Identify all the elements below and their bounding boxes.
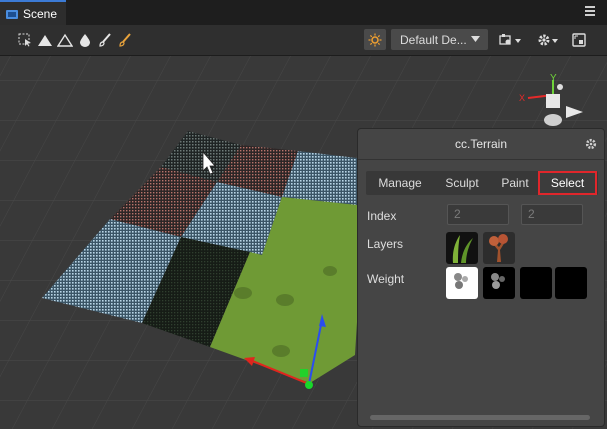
terrain-raise-icon[interactable] (37, 32, 53, 48)
layer-thumb-grass[interactable] (446, 232, 478, 264)
scene-toolbar: Default De... (0, 25, 607, 56)
camera-dropdown-label: Default De... (400, 32, 467, 47)
tab-sculpt[interactable]: Sculpt (434, 171, 490, 195)
tab-paint[interactable]: Paint (490, 171, 540, 195)
maximize-icon[interactable] (571, 32, 587, 48)
weight-label: Weight (367, 272, 405, 286)
grass-layer-icon (452, 235, 473, 263)
camera-dropdown[interactable]: Default De... (391, 29, 488, 50)
select-rect-icon[interactable] (17, 32, 33, 48)
terrain-panel: cc.Terrain Manage Sculpt Paint Select In… (357, 128, 605, 427)
tab-select[interactable]: Select (538, 171, 597, 195)
tab-scene[interactable]: Scene (0, 0, 66, 25)
scene-icon (6, 9, 18, 19)
index-input-1[interactable]: 2 (447, 204, 509, 225)
svg-text:Y: Y (550, 73, 557, 84)
title-bar: Scene (0, 0, 607, 26)
tab-manage[interactable]: Manage (366, 171, 434, 195)
panel-menu-icon[interactable] (585, 6, 595, 18)
index-label: Index (367, 209, 397, 223)
svg-text:X: X (519, 93, 525, 103)
weight-thumb-2[interactable] (483, 267, 515, 299)
weight-thumb-3[interactable] (520, 267, 552, 299)
weight-thumb-4[interactable] (555, 267, 587, 299)
lighting-toggle-button[interactable] (364, 29, 386, 50)
panel-title: cc.Terrain (358, 129, 604, 160)
layer-thumb-tree[interactable] (483, 232, 515, 264)
chevron-down-icon (471, 36, 480, 42)
terrain-smooth-icon[interactable] (57, 32, 73, 48)
gear-icon[interactable] (585, 138, 597, 150)
sun-icon (368, 33, 382, 46)
index-input-2[interactable]: 2 (521, 204, 583, 225)
gizmo-settings-icon[interactable] (498, 32, 524, 48)
layers-label: Layers (367, 237, 404, 251)
tab-scene-label: Scene (23, 6, 58, 21)
terrain-drop-icon[interactable] (77, 32, 93, 48)
brush-icon[interactable] (97, 32, 113, 48)
terrain-tabs: Manage Sculpt Paint Select (366, 171, 598, 195)
panel-scrollbar[interactable] (370, 415, 590, 420)
tree-layer-icon (489, 234, 508, 262)
weight-thumb-1[interactable] (446, 267, 478, 299)
paint-brush-icon[interactable] (117, 32, 133, 48)
gear-icon[interactable] (536, 32, 562, 48)
